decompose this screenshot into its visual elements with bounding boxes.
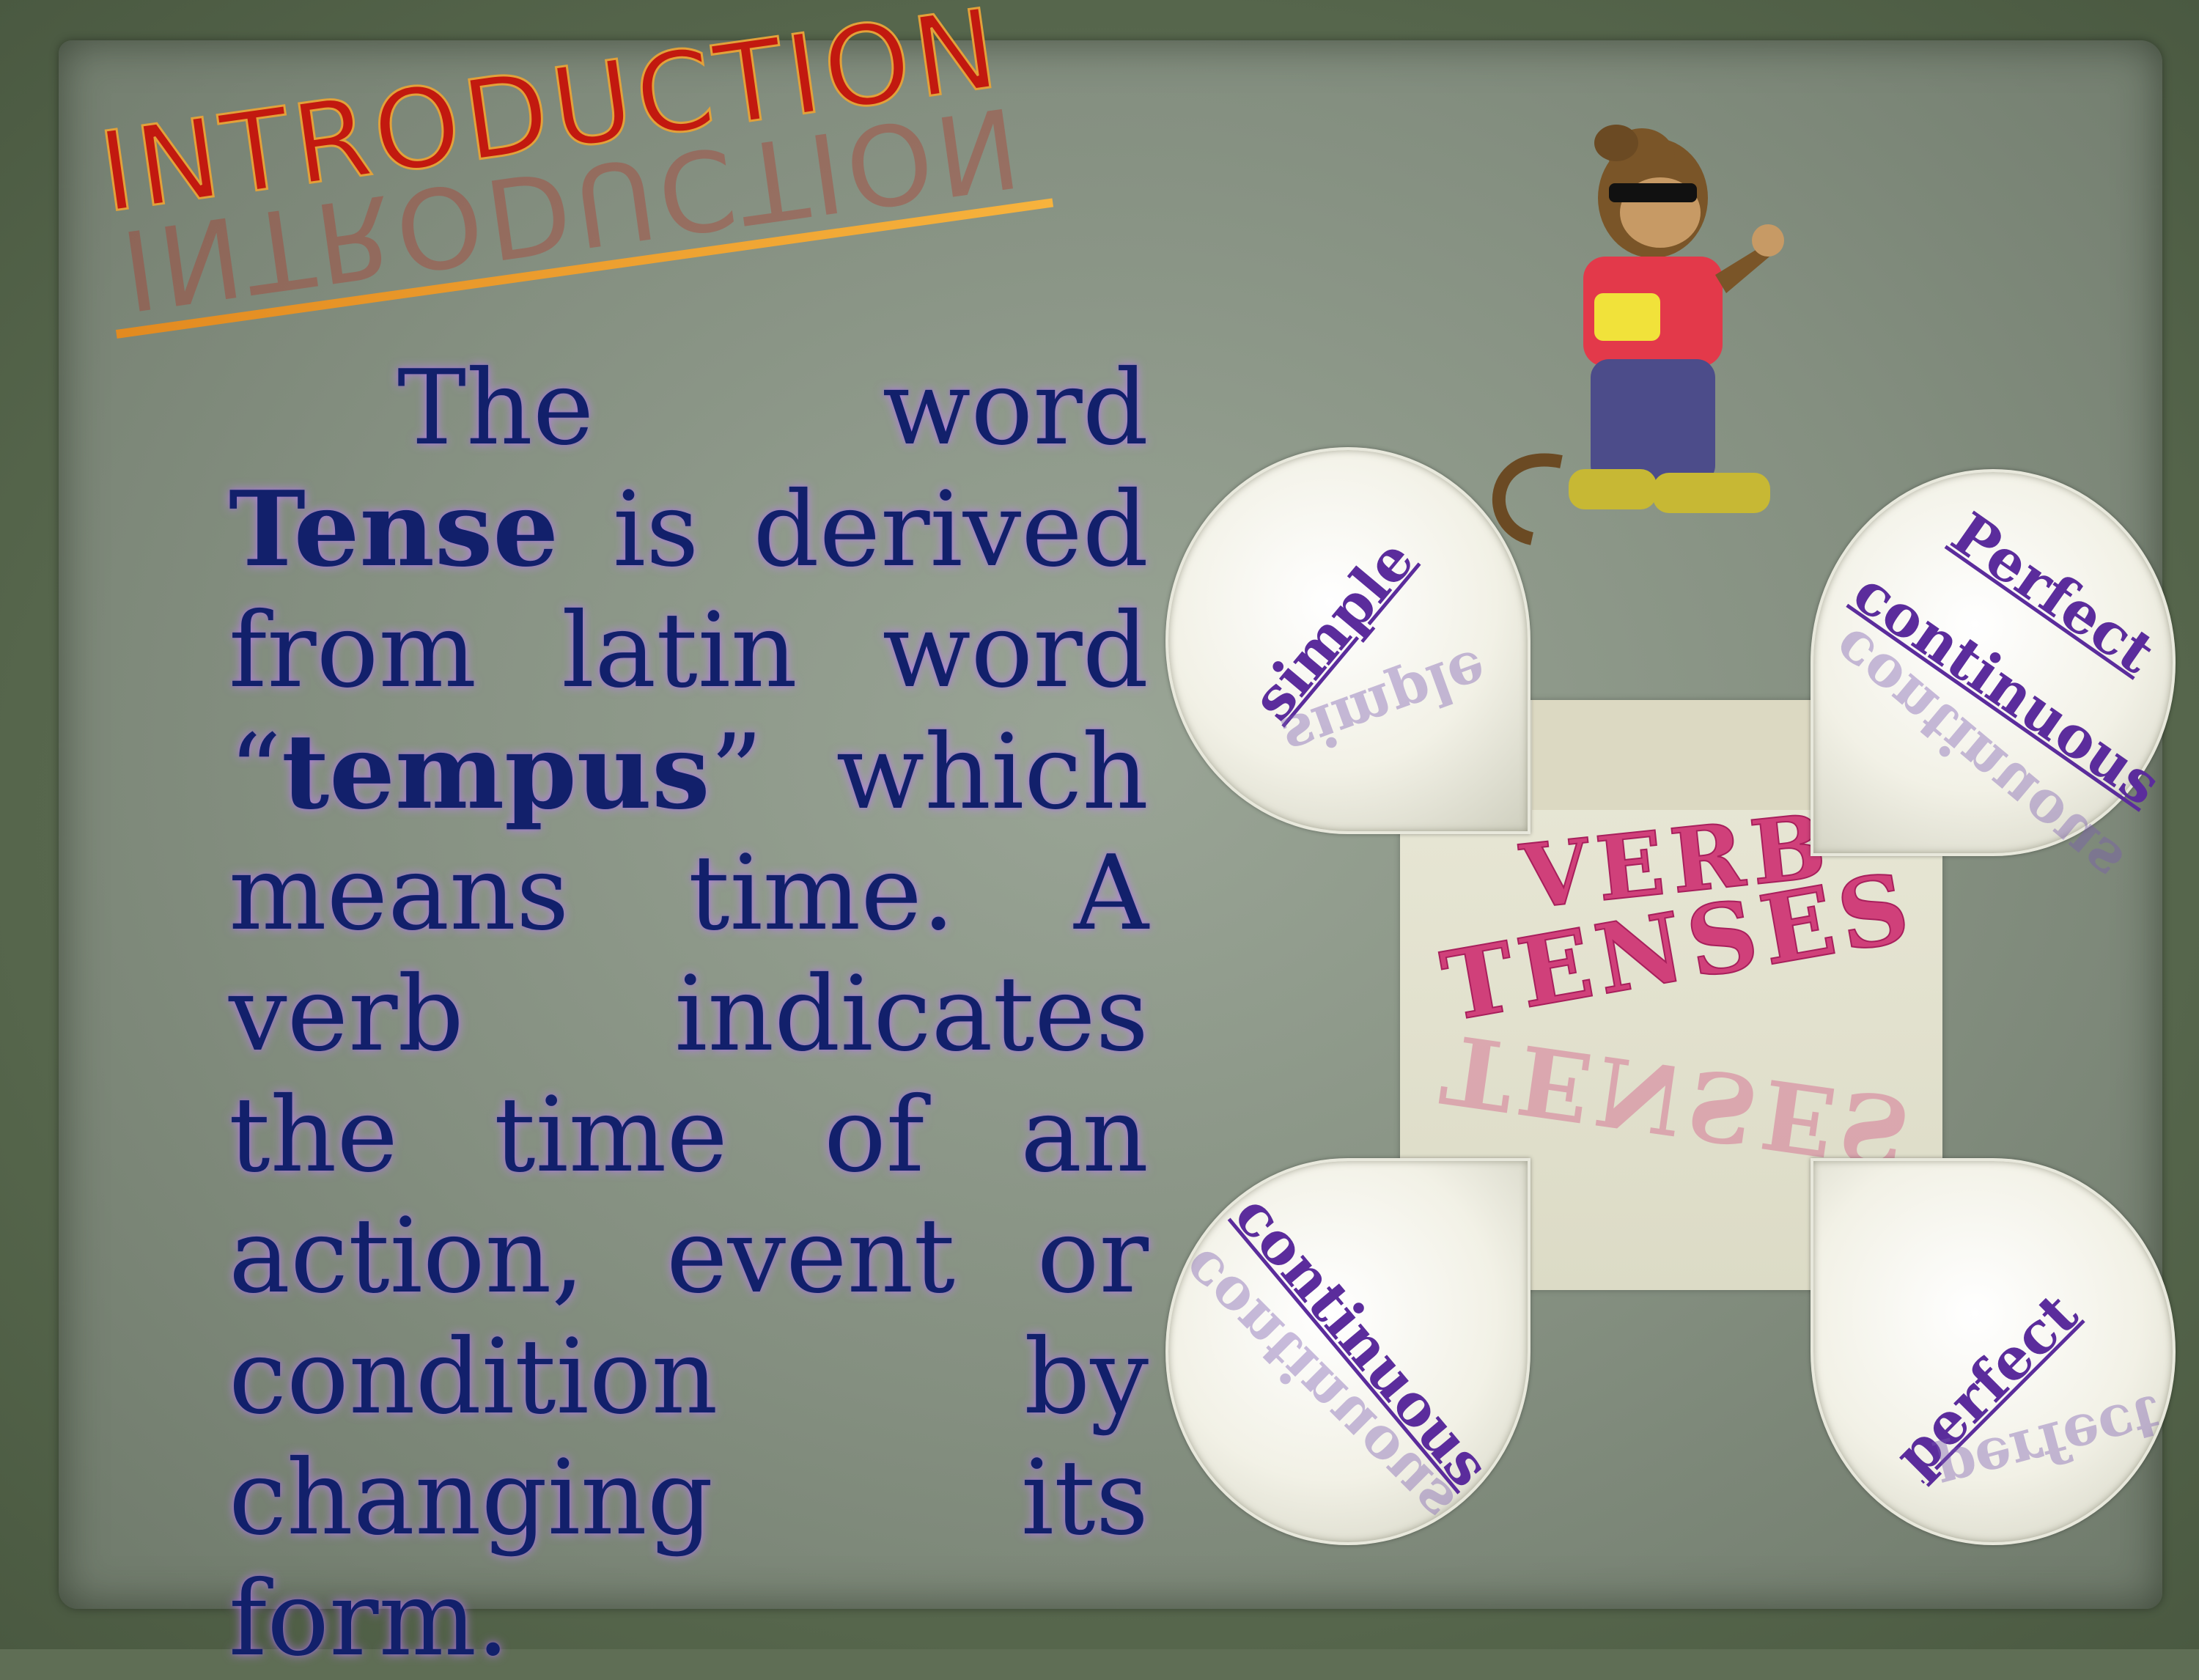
card-strip <box>1532 700 1825 810</box>
body-paragraph: The word Tense is derived from latin wor… <box>229 348 1149 1680</box>
petal-perfect: perfect perfect <box>1811 1158 2176 1545</box>
monkey-illustration <box>1492 125 1784 545</box>
petal-perfect-continuous: Perfect continuous continuous <box>1811 469 2176 895</box>
term-tempus: tempus <box>281 712 710 833</box>
term-tense: Tense <box>229 469 559 590</box>
definition-text: ” which means time. A verb indicates the… <box>229 712 1149 1679</box>
intro-text: The word <box>397 348 1149 468</box>
petal-simple: simple simple <box>1165 447 1531 834</box>
petal-continuous: continuous continuous <box>1165 1158 1531 1545</box>
